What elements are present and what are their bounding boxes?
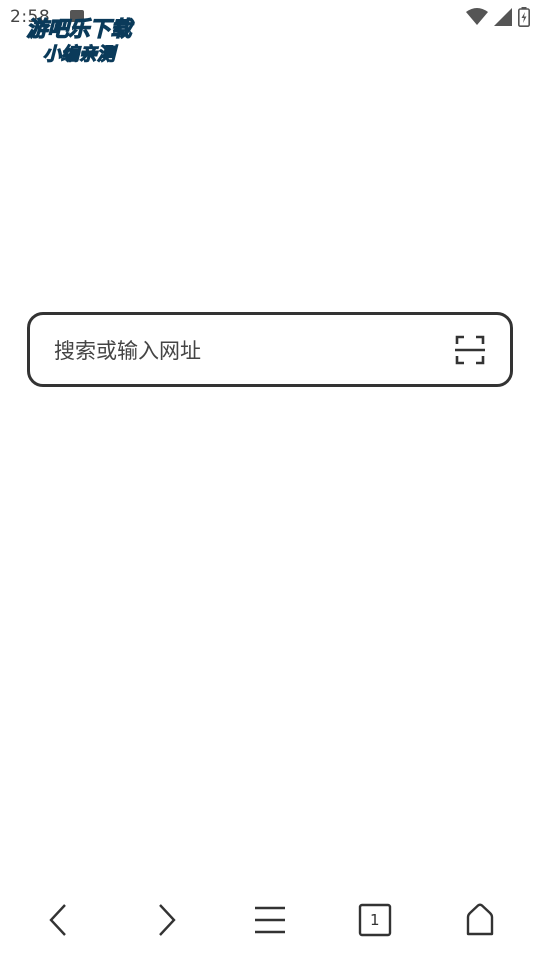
watermark-line1: 游吧乐下载 <box>27 17 135 41</box>
wifi-icon <box>466 8 488 25</box>
scan-button[interactable] <box>454 334 486 366</box>
back-arrow-icon <box>49 904 67 936</box>
tabs-button[interactable]: 1 <box>345 890 405 950</box>
scan-icon <box>455 335 485 364</box>
forward-button[interactable] <box>135 890 195 950</box>
forward-arrow-icon <box>159 904 176 936</box>
browser-home-screen: 2:58 游吧乐下载 小编亲测 搜索或输入网址 1 <box>0 0 540 960</box>
watermark-logo: 游吧乐下载 小编亲测 <box>8 12 150 68</box>
search-bar[interactable]: 搜索或输入网址 <box>27 312 513 387</box>
status-icons <box>466 7 530 27</box>
tab-count: 1 <box>370 911 380 929</box>
menu-icon <box>254 906 285 934</box>
home-button[interactable] <box>450 890 510 950</box>
home-icon <box>466 903 493 936</box>
watermark-line2: 小编亲测 <box>43 44 118 65</box>
back-button[interactable] <box>30 890 90 950</box>
signal-icon <box>494 8 512 26</box>
bottom-navigation: 1 <box>0 880 540 960</box>
battery-charging-icon <box>518 7 530 27</box>
menu-button[interactable] <box>240 890 300 950</box>
search-input[interactable]: 搜索或输入网址 <box>54 335 201 365</box>
